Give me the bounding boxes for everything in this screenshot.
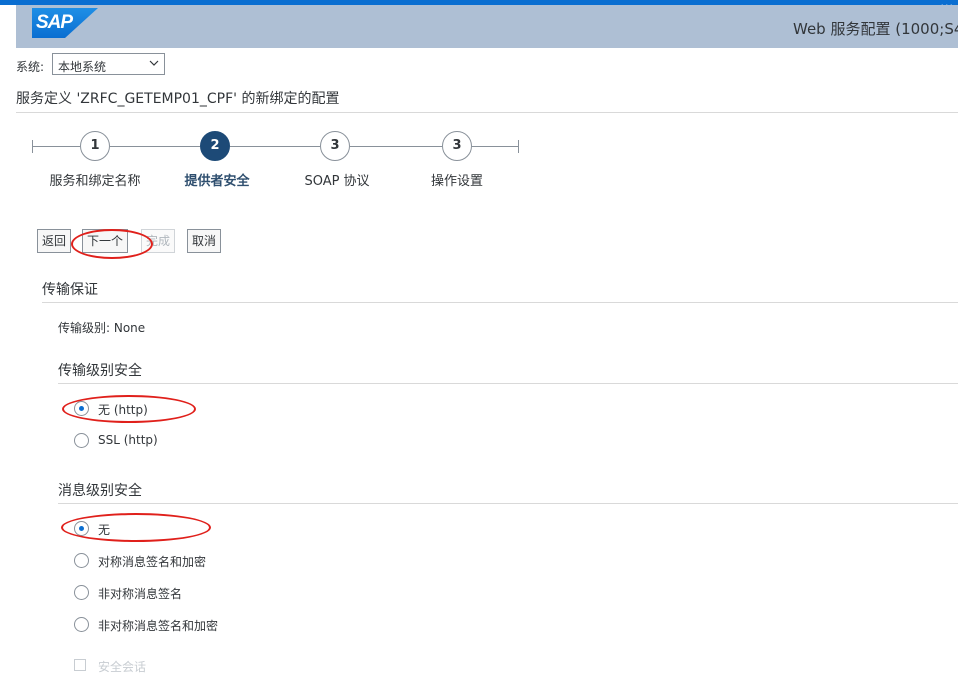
radio-button[interactable] — [74, 585, 89, 600]
cancel-button[interactable]: 取消 — [187, 229, 222, 253]
system-select-value: 本地系统 — [58, 60, 107, 74]
step-1-circle[interactable]: 1 — [80, 131, 110, 161]
chevron-down-icon — [149, 60, 159, 66]
radio-label: 非对称消息签名 — [98, 587, 183, 601]
secure-session-checkbox[interactable] — [74, 659, 86, 671]
app-title: Web 服务配置 (1000;S4 — [793, 20, 958, 38]
transport-security-title: 传输级别安全 — [58, 363, 142, 379]
stepper-line — [230, 146, 320, 147]
message-security-title: 消息级别安全 — [58, 483, 142, 499]
step-2-circle[interactable]: 2 — [200, 131, 230, 161]
back-button[interactable]: 返回 — [37, 229, 72, 253]
radio-button[interactable] — [74, 433, 89, 448]
stepper-line — [472, 146, 518, 147]
radio-button[interactable] — [74, 521, 89, 536]
radio-label: 对称消息签名和加密 — [98, 555, 207, 569]
section-divider — [42, 302, 958, 303]
transport-guarantee-title: 传输保证 — [42, 282, 98, 298]
radio-label: 无 (http) — [98, 403, 148, 417]
system-select[interactable]: 本地系统 — [52, 53, 165, 75]
shell-header: Web 服务配置 (1000;S4 — [16, 5, 958, 48]
stepper-line — [110, 146, 200, 147]
step-4-circle[interactable]: 3 — [442, 131, 472, 161]
step-3-label: SOAP 协议 — [304, 174, 370, 189]
radio-label: 非对称消息签名和加密 — [98, 619, 219, 633]
step-4-label: 操作设置 — [430, 174, 484, 189]
stepper-line — [350, 146, 442, 147]
stepper-line — [32, 146, 80, 147]
radio-button[interactable] — [74, 617, 89, 632]
section-divider — [58, 383, 958, 384]
step-3-circle[interactable]: 3 — [320, 131, 350, 161]
step-1-label: 服务和绑定名称 — [49, 174, 141, 189]
radio-label: 无 — [98, 523, 111, 537]
finish-button[interactable]: 完成 — [141, 229, 176, 253]
radio-button[interactable] — [74, 401, 89, 416]
next-button[interactable]: 下一个 — [82, 229, 129, 253]
step-2-label: 提供者安全 — [184, 174, 250, 189]
wizard-stepper: 1 2 3 3 服务和绑定名称 提供者安全 SOAP 协议 操作设置 — [32, 130, 522, 190]
radio-button[interactable] — [74, 553, 89, 568]
section-divider — [58, 503, 958, 504]
transport-level-info: 传输级别: None — [58, 321, 146, 335]
system-label: 系统: — [16, 60, 45, 74]
page-title: 服务定义 'ZRFC_GETEMP01_CPF' 的新绑定的配置 — [16, 91, 340, 107]
radio-label: SSL (http) — [98, 433, 158, 447]
title-divider — [16, 112, 958, 113]
stepper-end-cap — [518, 140, 519, 153]
sap-logo-text: SAP — [36, 12, 73, 33]
